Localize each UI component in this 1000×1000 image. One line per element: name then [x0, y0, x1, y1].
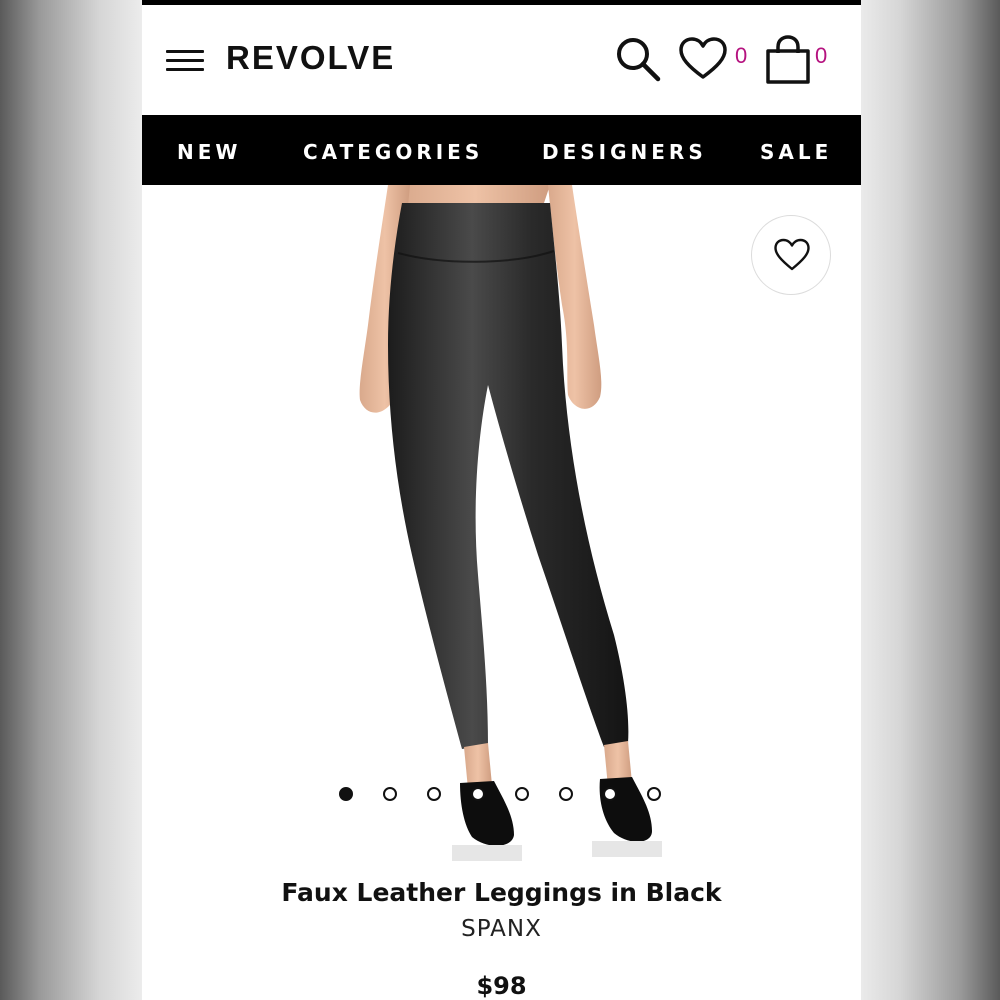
wishlist-count: 0 — [735, 43, 748, 68]
carousel-dot[interactable] — [383, 787, 397, 801]
product-price: $98 — [476, 972, 527, 1000]
favorite-button[interactable] — [751, 215, 831, 295]
product-image-carousel[interactable] — [142, 185, 861, 865]
nav-new[interactable]: NEW — [177, 140, 241, 164]
mobile-screen: REVOLVE 0 0 NEW CATEGORIES DESIGNERS SAL… — [142, 0, 861, 1000]
shopping-bag-icon[interactable] — [764, 35, 812, 90]
product-brand[interactable]: SPANX — [142, 916, 861, 942]
product-image — [359, 185, 662, 861]
carousel-dot[interactable] — [603, 787, 617, 801]
carousel-pagination — [142, 785, 861, 805]
carousel-dot[interactable] — [515, 787, 529, 801]
wishlist-heart-icon[interactable] — [678, 37, 728, 86]
carousel-dot[interactable] — [471, 787, 485, 801]
heart-icon — [774, 238, 810, 271]
carousel-dot[interactable] — [427, 787, 441, 801]
product-title: Faux Leather Leggings in Black — [281, 878, 722, 907]
bag-count: 0 — [815, 43, 828, 68]
search-icon[interactable] — [614, 35, 662, 88]
nav-sale[interactable]: SALE — [760, 140, 832, 164]
nav-designers[interactable]: DESIGNERS — [542, 140, 707, 164]
hamburger-menu-icon[interactable] — [166, 48, 204, 72]
site-header: REVOLVE 0 0 — [142, 5, 861, 115]
carousel-dot[interactable] — [647, 787, 661, 801]
category-nav: NEW CATEGORIES DESIGNERS SALE — [142, 115, 861, 185]
carousel-dot[interactable] — [339, 787, 353, 801]
nav-categories[interactable]: CATEGORIES — [303, 140, 483, 164]
site-logo[interactable]: REVOLVE — [226, 39, 395, 77]
carousel-dot[interactable] — [559, 787, 573, 801]
